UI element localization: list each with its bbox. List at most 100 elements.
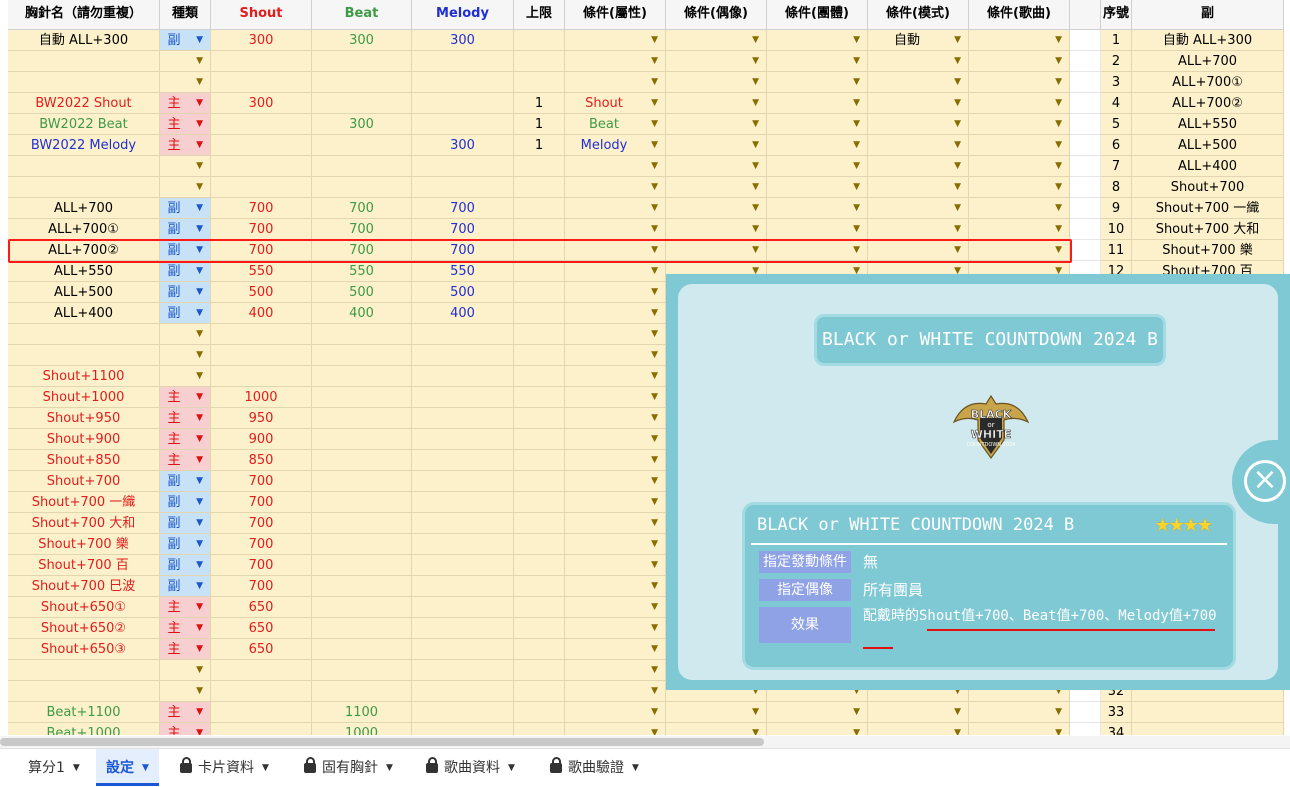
limit-cell[interactable] — [514, 282, 565, 303]
spacer-cell[interactable] — [1070, 135, 1101, 156]
limit-cell[interactable]: 1 — [514, 114, 565, 135]
dropdown-arrow-icon[interactable]: ▼ — [651, 513, 658, 533]
shout-cell[interactable] — [211, 51, 312, 72]
limit-cell[interactable] — [514, 618, 565, 639]
column-header[interactable]: 胸針名（請勿重複） — [8, 0, 160, 30]
shout-cell[interactable]: 700 — [211, 513, 312, 534]
sub-cell[interactable]: ALL+400 — [1132, 156, 1284, 177]
spacer-cell[interactable] — [1070, 51, 1101, 72]
attr-condition-cell[interactable]: ▼ — [565, 408, 666, 429]
limit-cell[interactable] — [514, 219, 565, 240]
dropdown-arrow-icon[interactable]: ▼ — [1055, 723, 1062, 735]
dropdown-arrow-icon[interactable]: ▼ — [954, 114, 961, 134]
attr-condition-cell[interactable]: ▼ — [565, 429, 666, 450]
dropdown-arrow-icon[interactable]: ▼ — [196, 93, 203, 113]
dropdown-arrow-icon[interactable]: ▼ — [853, 219, 860, 239]
dropdown-arrow-icon[interactable]: ▼ — [954, 723, 961, 735]
type-cell[interactable]: ▼ — [160, 156, 211, 177]
limit-cell[interactable] — [514, 408, 565, 429]
beat-cell[interactable] — [312, 156, 412, 177]
beat-cell[interactable] — [312, 576, 412, 597]
group-condition-cell[interactable]: ▼ — [767, 51, 868, 72]
dropdown-arrow-icon[interactable]: ▼ — [651, 30, 658, 50]
limit-cell[interactable] — [514, 366, 565, 387]
melody-cell[interactable]: 300 — [412, 30, 514, 51]
beat-cell[interactable] — [312, 471, 412, 492]
name-cell[interactable]: 自動 ALL+300 — [8, 30, 160, 51]
melody-cell[interactable] — [412, 93, 514, 114]
shout-cell[interactable]: 950 — [211, 408, 312, 429]
dropdown-arrow-icon[interactable]: ▼ — [1055, 198, 1062, 218]
dropdown-arrow-icon[interactable]: ▼ — [651, 576, 658, 596]
column-header[interactable]: 上限 — [514, 0, 565, 30]
dropdown-arrow-icon[interactable]: ▼ — [651, 72, 658, 92]
melody-cell[interactable]: 500 — [412, 282, 514, 303]
shout-cell[interactable]: 300 — [211, 30, 312, 51]
mode-condition-cell[interactable]: ▼ — [868, 177, 969, 198]
dropdown-arrow-icon[interactable]: ▼ — [954, 30, 961, 50]
name-cell[interactable]: Shout+650② — [8, 618, 160, 639]
limit-cell[interactable] — [514, 72, 565, 93]
dropdown-arrow-icon[interactable]: ▼ — [196, 51, 203, 71]
beat-cell[interactable] — [312, 534, 412, 555]
shout-cell[interactable]: 650 — [211, 597, 312, 618]
dropdown-arrow-icon[interactable]: ▼ — [196, 702, 203, 722]
spacer-cell[interactable] — [1070, 219, 1101, 240]
beat-cell[interactable]: 550 — [312, 261, 412, 282]
melody-cell[interactable] — [412, 114, 514, 135]
idol-condition-cell[interactable]: ▼ — [666, 156, 767, 177]
dropdown-arrow-icon[interactable]: ▼ — [651, 534, 658, 554]
dropdown-arrow-icon[interactable]: ▼ — [651, 114, 658, 134]
dropdown-arrow-icon[interactable]: ▼ — [196, 681, 203, 701]
chevron-down-icon[interactable]: ▼ — [386, 763, 393, 773]
dropdown-arrow-icon[interactable]: ▼ — [196, 723, 203, 735]
column-header[interactable]: 條件(模式) — [868, 0, 969, 30]
attr-condition-cell[interactable]: ▼ — [565, 555, 666, 576]
type-cell[interactable]: 副 ▼ — [160, 261, 211, 282]
dropdown-arrow-icon[interactable]: ▼ — [196, 492, 203, 512]
limit-cell[interactable] — [514, 198, 565, 219]
beat-cell[interactable] — [312, 72, 412, 93]
shout-cell[interactable] — [211, 681, 312, 702]
attr-condition-cell[interactable]: ▼ — [565, 639, 666, 660]
group-condition-cell[interactable]: ▼ — [767, 723, 868, 735]
beat-cell[interactable] — [312, 387, 412, 408]
dropdown-arrow-icon[interactable]: ▼ — [752, 702, 759, 722]
chevron-down-icon[interactable]: ▼ — [632, 763, 639, 773]
name-cell[interactable] — [8, 51, 160, 72]
dropdown-arrow-icon[interactable]: ▼ — [196, 72, 203, 92]
type-cell[interactable]: 副 ▼ — [160, 471, 211, 492]
dropdown-arrow-icon[interactable]: ▼ — [752, 156, 759, 176]
index-cell[interactable]: 11 — [1101, 240, 1132, 261]
shout-cell[interactable] — [211, 72, 312, 93]
type-cell[interactable]: 副 ▼ — [160, 282, 211, 303]
dropdown-arrow-icon[interactable]: ▼ — [196, 639, 203, 659]
beat-cell[interactable]: 1000 — [312, 723, 412, 735]
limit-cell[interactable] — [514, 450, 565, 471]
shout-cell[interactable]: 400 — [211, 303, 312, 324]
name-cell[interactable]: ALL+500 — [8, 282, 160, 303]
melody-cell[interactable]: 300 — [412, 135, 514, 156]
idol-condition-cell[interactable]: ▼ — [666, 93, 767, 114]
sub-cell[interactable]: 自動 ALL+300 — [1132, 30, 1284, 51]
sub-cell[interactable]: Shout+700 — [1132, 177, 1284, 198]
dropdown-arrow-icon[interactable]: ▼ — [196, 30, 203, 50]
name-cell[interactable]: Shout+700 樂 — [8, 534, 160, 555]
shout-cell[interactable]: 550 — [211, 261, 312, 282]
attr-condition-cell[interactable]: ▼ — [565, 534, 666, 555]
attr-condition-cell[interactable]: ▼ — [565, 492, 666, 513]
dropdown-arrow-icon[interactable]: ▼ — [1055, 177, 1062, 197]
type-cell[interactable]: 副 ▼ — [160, 198, 211, 219]
spacer-cell[interactable] — [1070, 72, 1101, 93]
dropdown-arrow-icon[interactable]: ▼ — [954, 198, 961, 218]
dropdown-arrow-icon[interactable]: ▼ — [651, 135, 658, 155]
song-condition-cell[interactable]: ▼ — [969, 156, 1070, 177]
group-condition-cell[interactable]: ▼ — [767, 72, 868, 93]
dropdown-arrow-icon[interactable]: ▼ — [196, 114, 203, 134]
sheet-tab[interactable]: 算分1 ▼ — [18, 749, 90, 786]
shout-cell[interactable]: 500 — [211, 282, 312, 303]
shout-cell[interactable]: 900 — [211, 429, 312, 450]
mode-condition-cell[interactable]: ▼ — [868, 198, 969, 219]
melody-cell[interactable]: 700 — [412, 219, 514, 240]
index-cell[interactable]: 3 — [1101, 72, 1132, 93]
